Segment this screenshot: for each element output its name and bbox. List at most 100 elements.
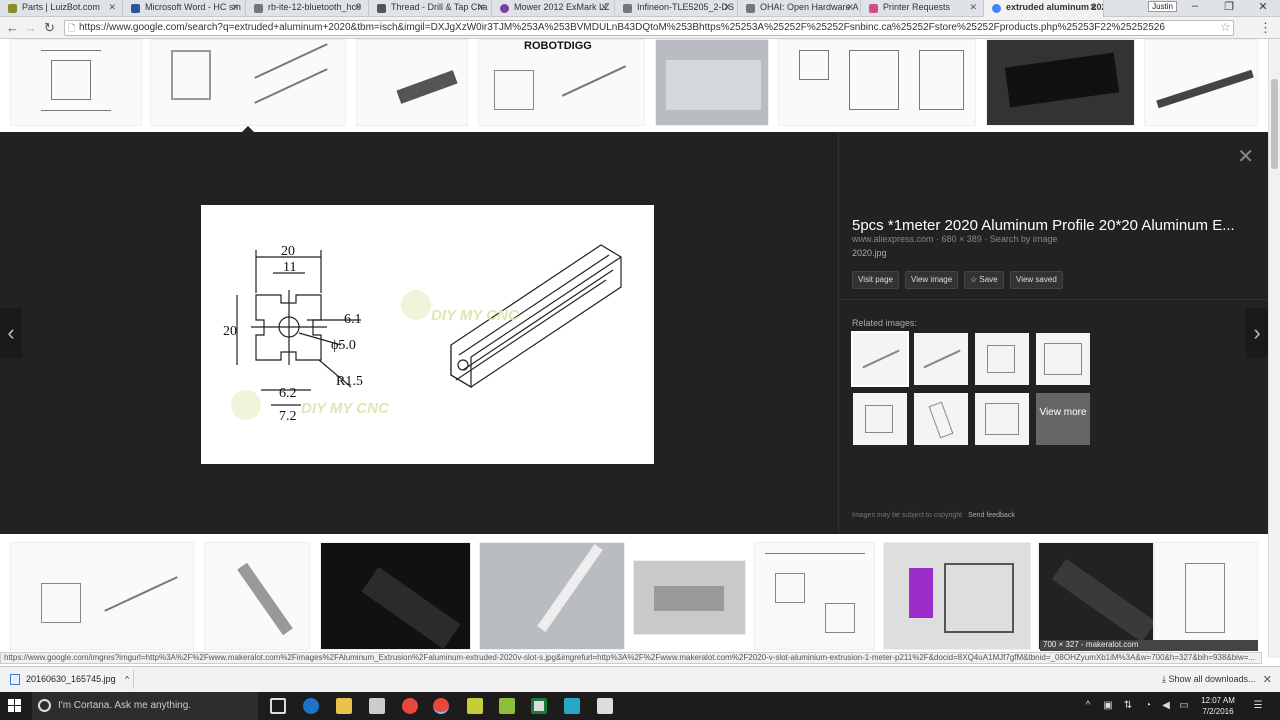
related-image-thumbnail[interactable]: [1036, 333, 1090, 385]
browser-tab[interactable]: Mower 2012 ExMark LZ ✕: [492, 0, 615, 17]
app-icon[interactable]: [564, 698, 580, 714]
page-info-icon[interactable]: 🗋: [68, 21, 75, 35]
result-thumbnail[interactable]: [986, 39, 1135, 126]
chevron-up-icon[interactable]: ^: [1082, 700, 1094, 712]
close-tab-icon[interactable]: ✕: [723, 2, 731, 13]
related-image-thumbnail[interactable]: [975, 393, 1029, 445]
calculator-icon[interactable]: [597, 698, 613, 714]
clock-time: 12:07 AM: [1201, 696, 1235, 705]
next-image-button[interactable]: ›: [1246, 308, 1268, 358]
app-icon[interactable]: [531, 698, 547, 714]
result-thumbnail[interactable]: [655, 39, 769, 126]
cortana-search-box[interactable]: I'm Cortana. Ask me anything.: [32, 692, 258, 720]
notifications-icon[interactable]: ☰: [1252, 700, 1264, 712]
download-item[interactable]: 20160630_165745.jpg ^: [6, 670, 134, 689]
forward-arrow-icon[interactable]: →: [24, 20, 37, 35]
bookmark-star-icon[interactable]: ☆: [1220, 20, 1231, 34]
browser-tab[interactable]: rb-ite-12-bluetooth_hc0 ✕: [246, 0, 369, 17]
result-thumbnail[interactable]: [883, 542, 1031, 650]
copyright-disclaimer: Images may be subject to copyright Send f…: [852, 512, 1015, 519]
close-tab-icon[interactable]: ✕: [354, 2, 362, 13]
result-thumbnail[interactable]: [479, 542, 625, 650]
result-thumbnail[interactable]: [320, 542, 471, 650]
result-thumbnail[interactable]: [1038, 542, 1154, 650]
system-clock[interactable]: 12:07 AM 7/2/2016: [1194, 695, 1242, 717]
close-tab-icon[interactable]: ✕: [1089, 2, 1097, 13]
result-thumbnail[interactable]: [10, 39, 142, 126]
browser-tab-active[interactable]: extruded aluminum 202 ✕: [984, 0, 1104, 17]
close-window-button[interactable]: ✕: [1246, 0, 1280, 17]
result-thumbnail[interactable]: [1154, 542, 1258, 650]
related-image-thumbnail[interactable]: [853, 393, 907, 445]
chrome-icon[interactable]: [402, 698, 418, 714]
reload-icon[interactable]: ↻: [44, 20, 55, 36]
preview-image[interactable]: 20 11 20 6.1 ϕ5.0 R1.5 6.2 7.2 DIY MY CN…: [201, 205, 654, 464]
back-arrow-icon[interactable]: ←: [6, 20, 19, 35]
browser-tab[interactable]: Printer Requests ✕: [861, 0, 984, 17]
previous-image-button[interactable]: ‹: [0, 308, 22, 358]
chevron-up-icon[interactable]: ^: [125, 670, 129, 689]
scrollbar-thumb[interactable]: [1271, 79, 1278, 169]
vertical-scrollbar[interactable]: [1268, 39, 1280, 658]
related-image-thumbnail[interactable]: [914, 393, 968, 445]
maximize-button[interactable]: ❐: [1212, 0, 1246, 17]
view-more-button[interactable]: View more: [1036, 393, 1090, 445]
browser-tab[interactable]: Microsoft Word - HC sm ✕: [123, 0, 246, 17]
browser-tab[interactable]: Infineon-TLE5205_2-DS ✕: [615, 0, 738, 17]
close-tab-icon[interactable]: ✕: [477, 2, 485, 13]
result-thumbnail[interactable]: [633, 560, 746, 635]
browser-tab[interactable]: Parts | LuizBot.com ✕: [0, 0, 123, 17]
result-thumbnail[interactable]: [10, 542, 194, 650]
result-thumbnail[interactable]: [754, 542, 875, 650]
close-tab-icon[interactable]: ✕: [231, 2, 239, 13]
result-thumbnail-selected[interactable]: [150, 39, 346, 126]
address-bar[interactable]: 🗋 https://www.google.com/search?q=extrude…: [64, 20, 1234, 36]
tray-app-icon[interactable]: ▣: [1102, 700, 1114, 712]
download-filename: 20160630_165745.jpg: [26, 674, 116, 684]
message-icon[interactable]: ▭: [1178, 700, 1190, 712]
chrome-active-icon[interactable]: [433, 698, 449, 714]
image-source-meta[interactable]: www.aliexpress.com · 680 × 389 · Search …: [852, 234, 1057, 244]
result-thumbnail[interactable]: ROBOTDIGG: [478, 39, 645, 126]
close-tab-icon[interactable]: ✕: [969, 2, 977, 13]
related-image-thumbnail[interactable]: [851, 331, 909, 387]
menu-icon[interactable]: ⋮: [1259, 20, 1272, 36]
favicon-icon: [8, 4, 17, 13]
watermark-text: DIY MY CNC: [431, 307, 520, 324]
show-all-downloads-link[interactable]: ⤓ Show all downloads...: [1162, 674, 1256, 685]
edge-icon[interactable]: [303, 698, 319, 714]
file-explorer-icon[interactable]: [336, 698, 352, 714]
windows-start-icon[interactable]: [8, 699, 22, 713]
result-thumbnail[interactable]: [778, 39, 976, 126]
app-icon[interactable]: [499, 698, 515, 714]
related-image-thumbnail[interactable]: [914, 333, 968, 385]
view-image-button[interactable]: View image: [905, 271, 959, 289]
close-tab-icon[interactable]: ✕: [108, 2, 116, 13]
send-feedback-link[interactable]: Send feedback: [968, 512, 1015, 519]
app-icon[interactable]: [467, 698, 483, 714]
result-thumbnail[interactable]: [1144, 39, 1258, 126]
close-preview-icon[interactable]: ✕: [1237, 144, 1254, 169]
network-icon[interactable]: ⇅: [1122, 700, 1134, 712]
close-tab-icon[interactable]: ✕: [600, 2, 608, 13]
related-image-thumbnail[interactable]: [975, 333, 1029, 385]
task-view-icon[interactable]: [270, 698, 286, 714]
window-controls: – ❐ ✕: [1178, 0, 1280, 17]
close-tab-icon[interactable]: ✕: [846, 2, 854, 13]
visit-page-button[interactable]: Visit page: [852, 271, 899, 289]
image-title[interactable]: 5pcs *1meter 2020 Aluminum Profile 20*20…: [852, 217, 1242, 234]
result-thumbnail[interactable]: [204, 542, 310, 650]
dimension-slot: 11: [283, 260, 296, 275]
google-favicon-icon: [992, 4, 1001, 13]
save-button[interactable]: ☆ Save: [964, 271, 1004, 289]
browser-tab[interactable]: Thread - Drill & Tap Cha ✕: [369, 0, 492, 17]
result-thumbnail[interactable]: [356, 39, 468, 126]
minimize-button[interactable]: –: [1178, 0, 1212, 17]
close-downloads-icon[interactable]: ✕: [1263, 673, 1272, 686]
browser-tab[interactable]: OHAI: Open Hardware A ✕: [738, 0, 861, 17]
view-saved-button[interactable]: View saved: [1010, 271, 1063, 289]
volume-icon[interactable]: ◀: [1160, 700, 1172, 712]
wifi-icon[interactable]: ◔: [1142, 700, 1154, 712]
profile-badge[interactable]: Justin: [1148, 1, 1177, 12]
store-icon[interactable]: [369, 698, 385, 714]
